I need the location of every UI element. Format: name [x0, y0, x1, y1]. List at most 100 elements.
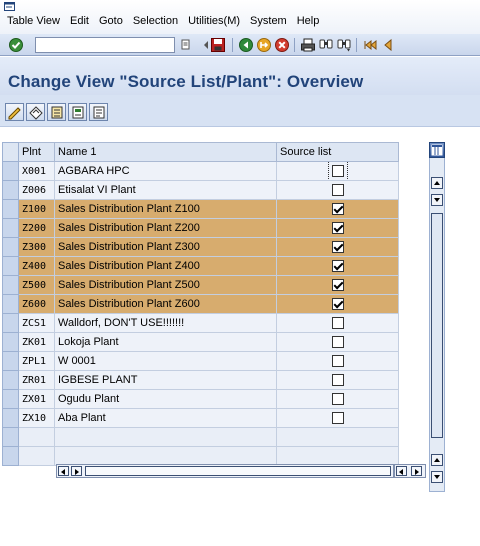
name-cell[interactable]: IGBESE PLANT	[54, 370, 277, 390]
first-page-icon[interactable]	[362, 37, 378, 53]
menu-item-table-view[interactable]: Table View	[7, 15, 60, 27]
empty-cell[interactable]	[18, 446, 55, 466]
select-all-rows-button[interactable]	[2, 142, 19, 162]
horizontal-scroll-thumb[interactable]	[85, 466, 391, 476]
name-cell[interactable]: Lokoja Plant	[54, 332, 277, 352]
plant-cell[interactable]: ZX10	[18, 408, 55, 428]
find-next-icon[interactable]	[336, 37, 352, 53]
name-cell[interactable]: Walldorf, DON'T USE!!!!!!!	[54, 313, 277, 333]
horizontal-scrollbar-secondary[interactable]	[394, 464, 426, 478]
source-list-checkbox[interactable]	[331, 279, 344, 292]
source-list-checkbox[interactable]	[331, 184, 344, 197]
source-list-checkbox[interactable]	[331, 412, 344, 425]
table-row[interactable]: ZPL1 W 0001	[2, 351, 399, 371]
name-cell[interactable]: Sales Distribution Plant Z600	[54, 294, 277, 314]
empty-table-row[interactable]	[2, 427, 399, 447]
table-row[interactable]: Z300 Sales Distribution Plant Z300	[2, 237, 399, 257]
source-list-checkbox[interactable]	[331, 355, 344, 368]
row-selector[interactable]	[2, 427, 19, 447]
previous-page-icon[interactable]	[380, 37, 396, 53]
plant-cell[interactable]: ZK01	[18, 332, 55, 352]
plant-cell[interactable]: Z600	[18, 294, 55, 314]
table-row[interactable]: Z500 Sales Distribution Plant Z500	[2, 275, 399, 295]
source-list-checkbox[interactable]	[331, 241, 344, 254]
save-icon[interactable]	[210, 37, 226, 53]
table-row[interactable]: Z100 Sales Distribution Plant Z100	[2, 199, 399, 219]
row-selector[interactable]	[2, 408, 19, 428]
scroll-up-button[interactable]	[431, 177, 443, 189]
plant-cell[interactable]: ZPL1	[18, 351, 55, 371]
copy-as-button[interactable]	[26, 103, 45, 121]
plant-cell[interactable]: Z400	[18, 256, 55, 276]
horizontal-scrollbar[interactable]	[56, 464, 394, 478]
menu-item-help[interactable]: Help	[297, 15, 320, 27]
row-selector[interactable]	[2, 294, 19, 314]
source-list-checkbox[interactable]	[331, 298, 344, 311]
scroll-down-button[interactable]	[431, 194, 443, 206]
back-icon[interactable]	[238, 37, 254, 53]
plant-cell[interactable]: ZX01	[18, 389, 55, 409]
column-header-plant[interactable]: Plnt	[18, 142, 55, 162]
plant-cell[interactable]: ZCS1	[18, 313, 55, 333]
name-cell[interactable]: Aba Plant	[54, 408, 277, 428]
source-list-checkbox[interactable]	[327, 162, 348, 180]
row-selector[interactable]	[2, 275, 19, 295]
name-cell[interactable]: AGBARA HPC	[54, 161, 277, 181]
enter-icon[interactable]	[8, 37, 24, 53]
new-entries-button[interactable]	[5, 103, 24, 121]
name-cell[interactable]: Sales Distribution Plant Z500	[54, 275, 277, 295]
name-cell[interactable]: Sales Distribution Plant Z100	[54, 199, 277, 219]
column-header-name[interactable]: Name 1	[54, 142, 277, 162]
plant-cell[interactable]: Z500	[18, 275, 55, 295]
scroll-left-button[interactable]	[58, 466, 69, 476]
table-row[interactable]: ZR01 IGBESE PLANT	[2, 370, 399, 390]
plant-cell[interactable]: Z300	[18, 237, 55, 257]
menu-item-edit[interactable]: Edit	[70, 15, 89, 27]
table-row[interactable]: X001 AGBARA HPC	[2, 161, 399, 181]
table-row[interactable]: Z200 Sales Distribution Plant Z200	[2, 218, 399, 238]
menu-item-goto[interactable]: Goto	[99, 15, 123, 27]
plant-cell[interactable]: Z200	[18, 218, 55, 238]
empty-cell[interactable]	[276, 446, 399, 466]
column-header-source-list[interactable]: Source list	[276, 142, 399, 162]
table-row[interactable]: ZX01 Ogudu Plant	[2, 389, 399, 409]
scroll-thumb[interactable]	[431, 213, 443, 438]
scroll-down-button-bottom[interactable]	[431, 471, 443, 483]
row-selector[interactable]	[2, 313, 19, 333]
name-cell[interactable]: Ogudu Plant	[54, 389, 277, 409]
table-row[interactable]: ZK01 Lokoja Plant	[2, 332, 399, 352]
empty-cell[interactable]	[276, 427, 399, 447]
name-cell[interactable]: Etisalat VI Plant	[54, 180, 277, 200]
table-row[interactable]: Z400 Sales Distribution Plant Z400	[2, 256, 399, 276]
row-selector[interactable]	[2, 389, 19, 409]
menu-item-selection[interactable]: Selection	[133, 15, 178, 27]
system-menu-icon[interactable]	[4, 2, 16, 12]
row-selector[interactable]	[2, 446, 19, 466]
source-list-checkbox[interactable]	[331, 203, 344, 216]
column-configuration-button[interactable]	[429, 142, 445, 158]
source-list-checkbox[interactable]	[331, 336, 344, 349]
source-list-checkbox[interactable]	[331, 222, 344, 235]
undo-change-button[interactable]	[68, 103, 87, 121]
row-selector[interactable]	[2, 218, 19, 238]
scroll-right-button[interactable]	[71, 466, 82, 476]
source-list-checkbox[interactable]	[331, 317, 344, 330]
row-selector[interactable]	[2, 256, 19, 276]
table-row[interactable]: ZX10 Aba Plant	[2, 408, 399, 428]
empty-table-row[interactable]	[2, 446, 399, 466]
source-list-checkbox[interactable]	[331, 393, 344, 406]
empty-cell[interactable]	[54, 427, 277, 447]
row-selector[interactable]	[2, 351, 19, 371]
empty-cell[interactable]	[18, 427, 55, 447]
plant-cell[interactable]: Z100	[18, 199, 55, 219]
row-selector[interactable]	[2, 370, 19, 390]
scroll-left-button-secondary[interactable]	[396, 466, 407, 476]
command-dropdown-icon[interactable]	[178, 37, 194, 53]
row-selector[interactable]	[2, 237, 19, 257]
table-row[interactable]: Z600 Sales Distribution Plant Z600	[2, 294, 399, 314]
command-field[interactable]	[35, 37, 175, 53]
scroll-up-button-bottom[interactable]	[431, 454, 443, 466]
menu-item-utilities-m[interactable]: Utilities(M)	[188, 15, 240, 27]
row-selector[interactable]	[2, 199, 19, 219]
plant-cell[interactable]: X001	[18, 161, 55, 181]
